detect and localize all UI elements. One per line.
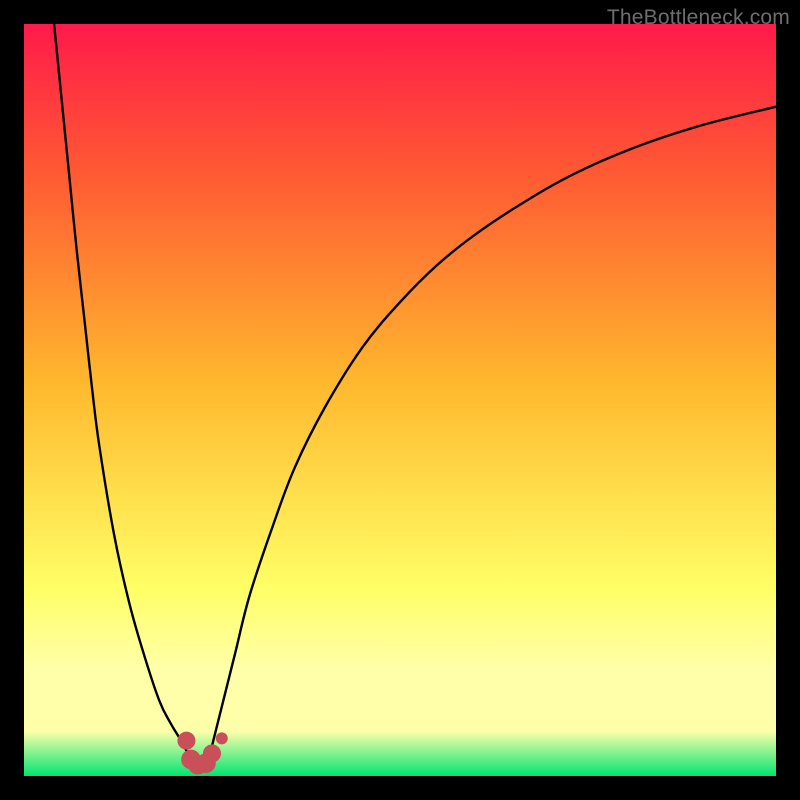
marker-small-dot (216, 732, 228, 744)
chart-canvas (24, 24, 776, 776)
outer-frame: TheBottleneck.com (0, 0, 800, 800)
attribution-text: TheBottleneck.com (607, 6, 790, 30)
plot-area (24, 24, 776, 776)
marker-left-bump-top (177, 732, 195, 750)
marker-right-bump (203, 744, 221, 762)
